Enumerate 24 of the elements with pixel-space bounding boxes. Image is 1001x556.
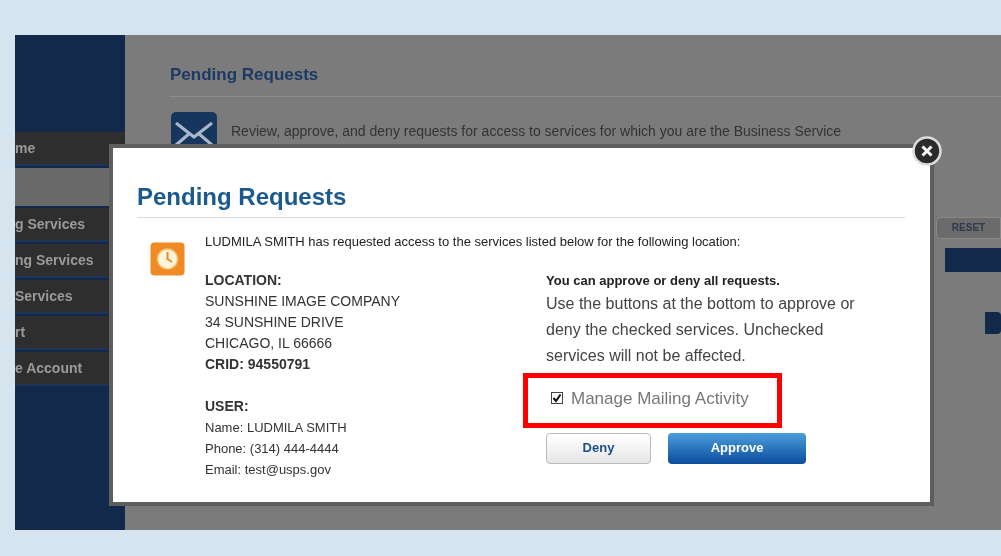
user-detail: Name: LUDMILA SMITH — [205, 418, 348, 437]
table-header-bar — [945, 247, 1001, 272]
address-line: 34 SUNSHINE DRIVE — [205, 312, 345, 332]
location-heading: LOCATION: — [205, 270, 283, 290]
user-detail: Phone: (314) 444-4444 — [205, 439, 340, 458]
checkbox-label: Manage Mailing Activity — [571, 387, 749, 410]
page-description: Review, approve, and deny requests for access to services for which you are the Business Service — [231, 121, 842, 141]
sidebar-item[interactable]: me — [15, 132, 125, 166]
dialog-title: Pending Requests — [137, 185, 348, 209]
page-heading: Pending Requests — [170, 64, 320, 86]
page-button[interactable] — [985, 311, 1001, 334]
request-message: LUDMILA SMITH has requested access to the services listed below for the following location: — [205, 233, 742, 251]
deny-button[interactable]: Deny — [546, 432, 651, 464]
instructions-text: Use the buttons at the bottom to approve or deny the checked services. Unchecked services will not be affected. — [546, 293, 856, 366]
crid: CRID: 94550791 — [205, 354, 312, 374]
user-detail: Email: test@usps.gov — [205, 460, 332, 479]
address-line: SUNSHINE IMAGE COMPANY — [205, 291, 401, 311]
address-line: CHICAGO, IL 66666 — [205, 333, 334, 353]
user-heading: USER: — [205, 396, 250, 416]
checkbox[interactable] — [551, 392, 563, 405]
instructions-heading: You can approve or deny all requests. — [546, 271, 781, 290]
clock-icon — [150, 242, 185, 276]
close-icon[interactable] — [912, 136, 942, 166]
approve-button[interactable]: Approve — [668, 432, 806, 464]
